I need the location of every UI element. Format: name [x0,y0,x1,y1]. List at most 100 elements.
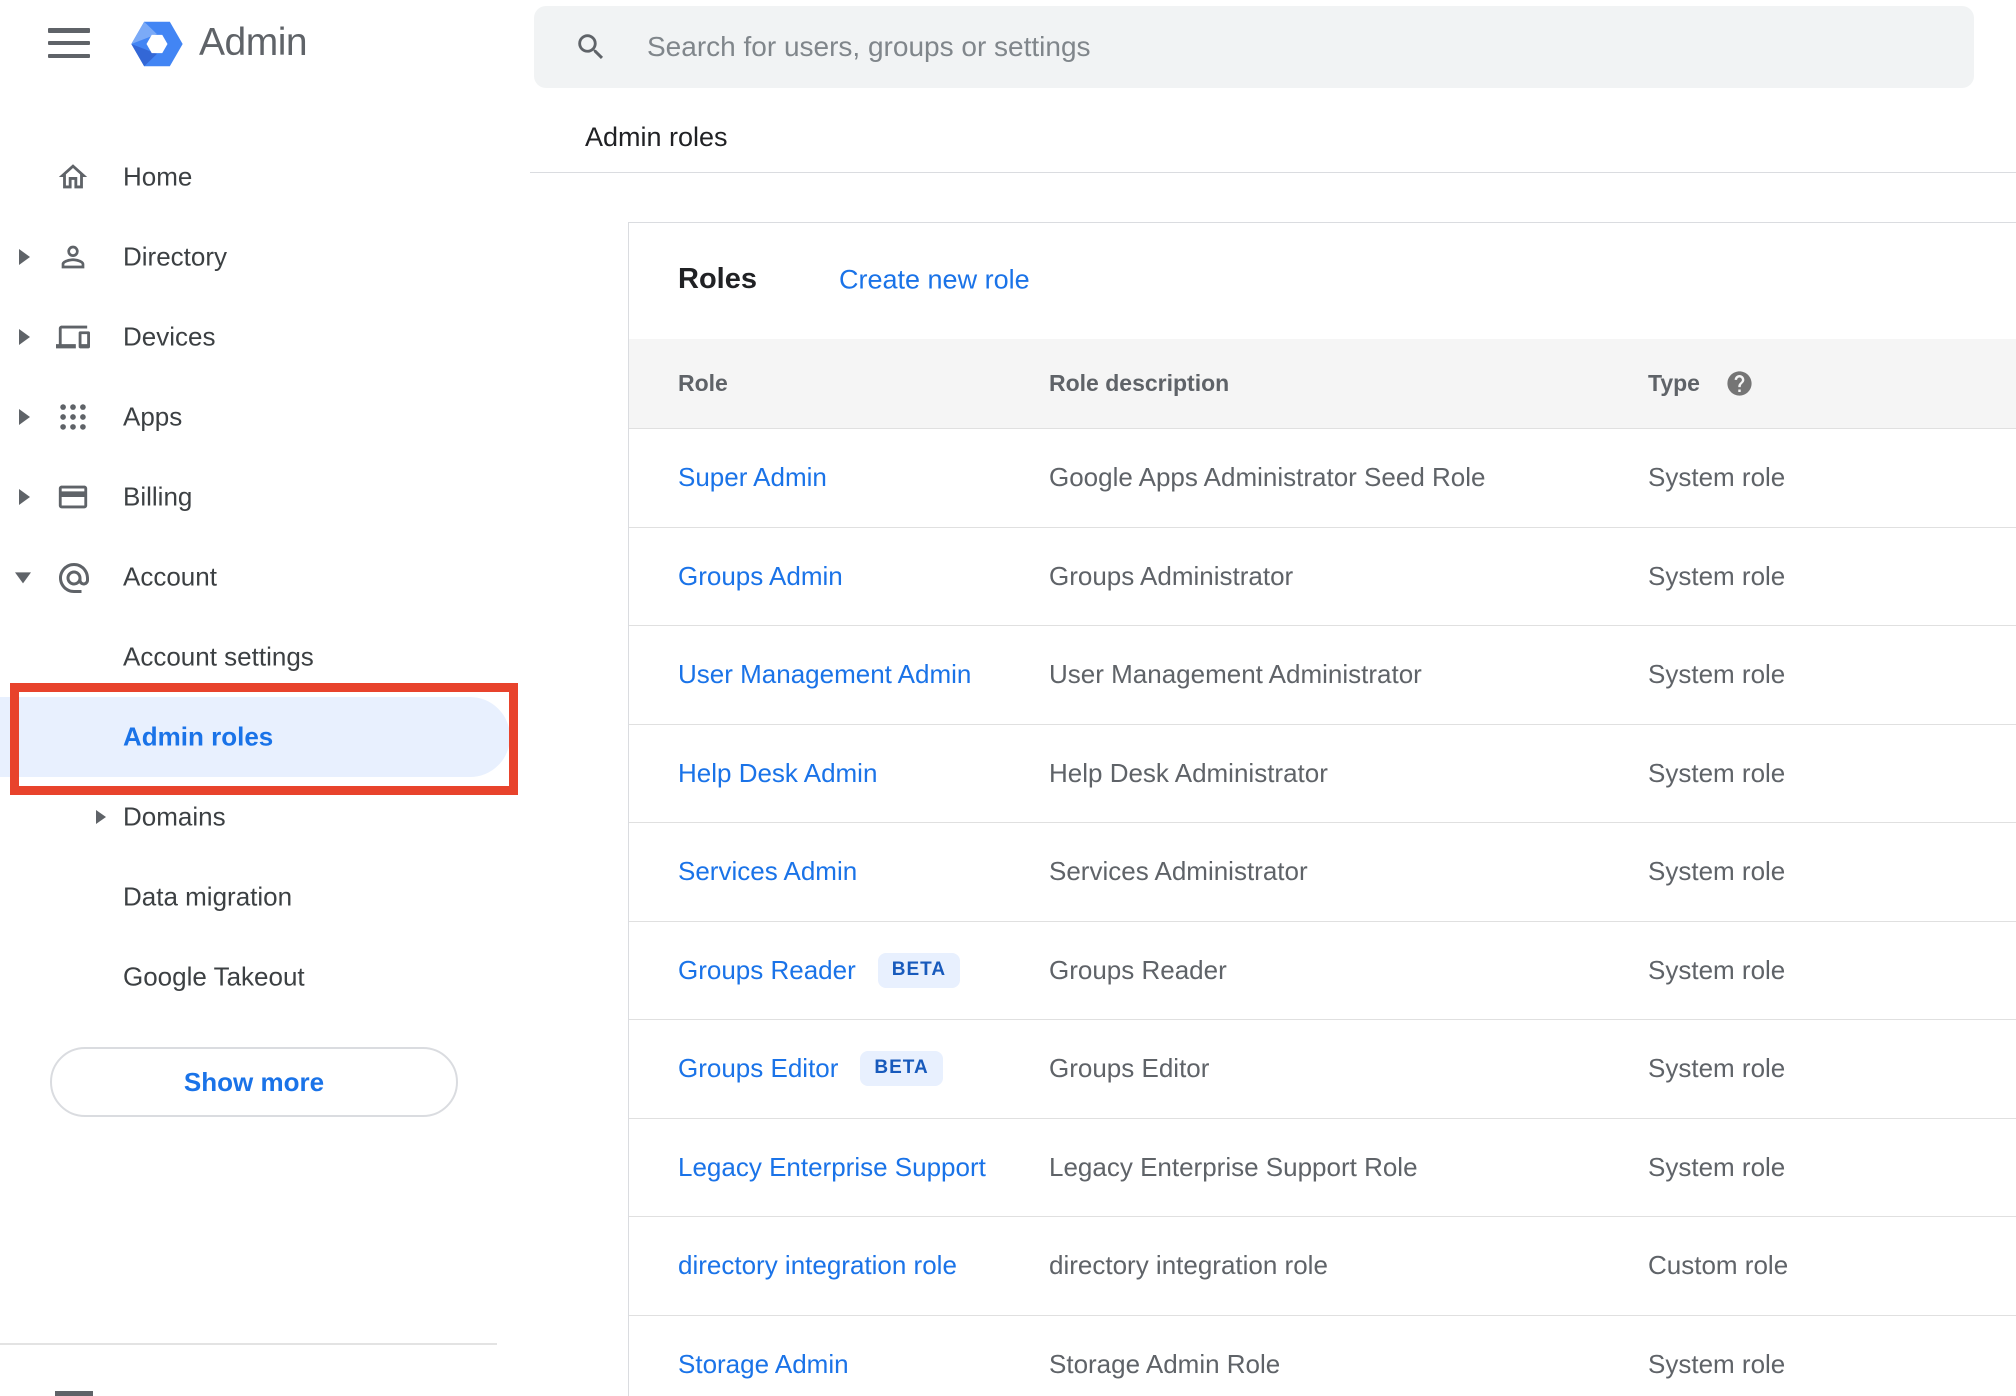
admin-logo [129,16,185,72]
chevron-right-icon[interactable] [19,249,30,265]
table-row: Services Admin Services Administrator Sy… [629,823,2016,922]
help-icon[interactable] [1725,369,1754,398]
table-row: directory integration role directory int… [629,1217,2016,1316]
role-type: System role [1648,1151,1786,1182]
role-description: Groups Editor [1049,1053,1210,1084]
sidebar-item-label: Devices [123,321,216,352]
role-type: System role [1648,1053,1786,1084]
role-description: Storage Admin Role [1049,1348,1281,1379]
column-header-role: Role [678,370,728,396]
sidebar-item-label: Domains [123,801,226,832]
sidebar-item-billing[interactable]: Billing [0,457,530,537]
role-link[interactable]: Super Admin [678,462,827,493]
role-description: Groups Administrator [1049,560,1294,591]
role-description: Services Administrator [1049,856,1308,887]
sidebar-bottom-divider [0,1343,497,1345]
role-type: System role [1648,856,1786,887]
sidebar-item-home[interactable]: Home [0,137,530,217]
beta-badge: BETA [860,1051,943,1087]
role-description: directory integration role [1049,1250,1328,1281]
role-link[interactable]: Help Desk Admin [678,758,877,789]
at-icon [56,560,90,594]
person-icon [56,240,90,274]
search-bar[interactable] [534,6,1974,88]
role-link[interactable]: directory integration role [678,1250,957,1281]
sidebar-item-account-settings[interactable]: Account settings [0,617,530,697]
sidebar-nav: Home Directory Devices Apps Billing Acco… [0,137,530,1017]
hamburger-menu-icon[interactable] [48,28,90,58]
roles-panel: Roles Create new role Role Role descript… [628,222,2016,1396]
role-type: Custom role [1648,1250,1789,1281]
sidebar-item-label: Apps [123,401,183,432]
role-type: System role [1648,757,1786,788]
sidebar-item-devices[interactable]: Devices [0,297,530,377]
roles-panel-header: Roles Create new role [629,223,2016,339]
panel-title: Roles [678,263,757,296]
sidebar-item-label: Directory [123,241,228,272]
show-more-button[interactable]: Show more [50,1047,458,1117]
role-description: Groups Reader [1049,954,1227,985]
role-link[interactable]: Services Admin [678,856,857,887]
admin-console: Admin Home Directory Devices Apps Billin… [0,0,2016,1396]
chevron-right-icon[interactable] [96,810,106,824]
chevron-right-icon[interactable] [19,409,30,425]
column-header-description: Role description [1049,370,1230,396]
table-header-row: Role Role description Type [629,339,2016,429]
app-title: Admin [199,21,308,64]
clipped-bottom-icon [55,1391,93,1396]
sidebar-item-apps[interactable]: Apps [0,377,530,457]
table-row: Super Admin Google Apps Administrator Se… [629,429,2016,528]
role-type: System role [1648,560,1786,591]
role-link[interactable]: Groups Editor [678,1053,838,1084]
role-link[interactable]: Groups Reader [678,955,856,986]
table-row: Groups Editor BETA Groups Editor System … [629,1020,2016,1119]
sidebar-item-google-takeout[interactable]: Google Takeout [0,937,530,1017]
content-divider [530,172,2016,173]
table-row: User Management Admin User Management Ad… [629,626,2016,725]
table-row: Legacy Enterprise Support Legacy Enterpr… [629,1119,2016,1217]
sidebar-item-directory[interactable]: Directory [0,217,530,297]
role-link[interactable]: User Management Admin [678,659,971,690]
sidebar-item-admin-roles[interactable]: Admin roles [0,697,530,777]
role-description: Help Desk Administrator [1049,757,1328,788]
role-type: System role [1648,659,1786,690]
sidebar-item-label: Data migration [123,881,293,912]
sidebar-item-label: Billing [123,481,193,512]
sidebar-item-data-migration[interactable]: Data migration [0,857,530,937]
chevron-down-icon[interactable] [15,572,31,584]
role-description: Legacy Enterprise Support Role [1049,1151,1418,1182]
devices-icon [56,320,90,354]
sidebar: Admin Home Directory Devices Apps Billin… [0,0,530,1396]
table-row: Help Desk Admin Help Desk Administrator … [629,725,2016,823]
sidebar-item-label: Google Takeout [123,961,305,992]
sidebar-item-account[interactable]: Account [0,537,530,617]
role-link[interactable]: Groups Admin [678,561,843,592]
sidebar-header: Admin [0,0,530,96]
column-header-type: Type [1648,370,1700,396]
sidebar-item-label: Account settings [123,641,314,672]
breadcrumb: Admin roles [585,122,728,152]
chevron-right-icon[interactable] [19,489,30,505]
role-description: User Management Administrator [1049,659,1422,690]
role-description: Google Apps Administrator Seed Role [1049,462,1486,493]
apps-icon [56,400,90,434]
home-icon [56,160,90,194]
beta-badge: BETA [877,952,961,988]
chevron-right-icon[interactable] [19,329,30,345]
sidebar-item-label: Account [123,561,217,592]
role-type: System role [1648,462,1786,493]
billing-icon [56,480,90,514]
role-type: System role [1648,954,1786,985]
search-input[interactable] [647,6,1927,88]
role-link[interactable]: Storage Admin [678,1349,849,1380]
create-new-role-link[interactable]: Create new role [839,264,1030,295]
search-icon [574,30,608,64]
table-row: Groups Reader BETA Groups Reader System … [629,922,2016,1020]
sidebar-item-domains[interactable]: Domains [0,777,530,857]
sidebar-item-label: Home [123,161,193,192]
role-type: System role [1648,1348,1786,1379]
table-row: Groups Admin Groups Administrator System… [629,528,2016,626]
role-link[interactable]: Legacy Enterprise Support [678,1152,986,1183]
sidebar-item-label: Admin roles [123,721,274,752]
table-row: Storage Admin Storage Admin Role System … [629,1316,2016,1396]
